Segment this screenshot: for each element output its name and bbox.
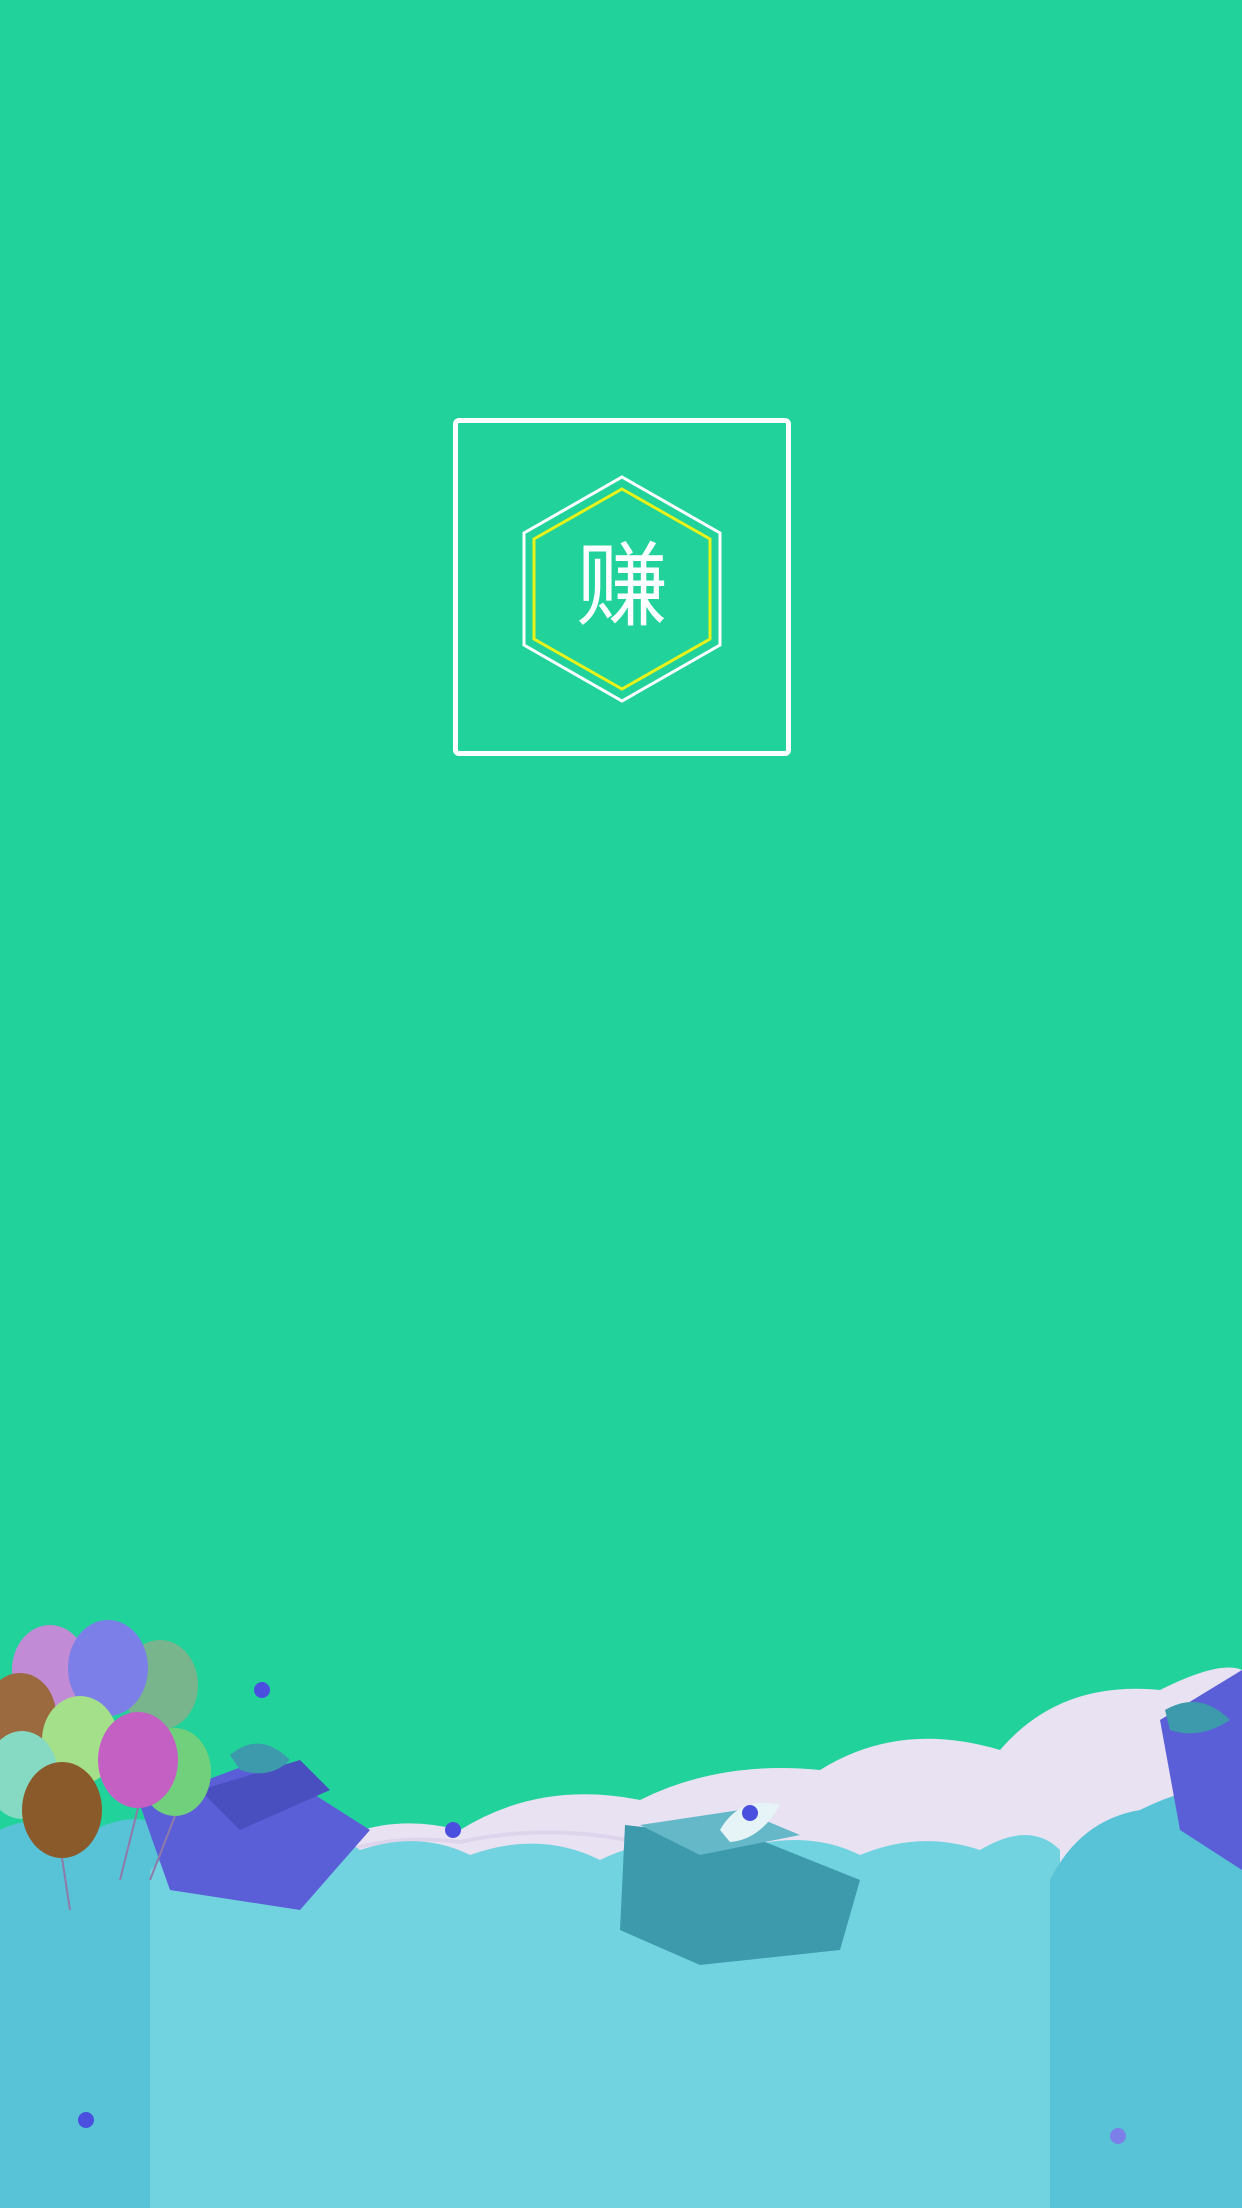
logo-character: 赚 — [575, 533, 668, 640]
decorative-scene — [0, 1620, 1242, 2208]
app-logo: 赚 — [453, 418, 791, 756]
